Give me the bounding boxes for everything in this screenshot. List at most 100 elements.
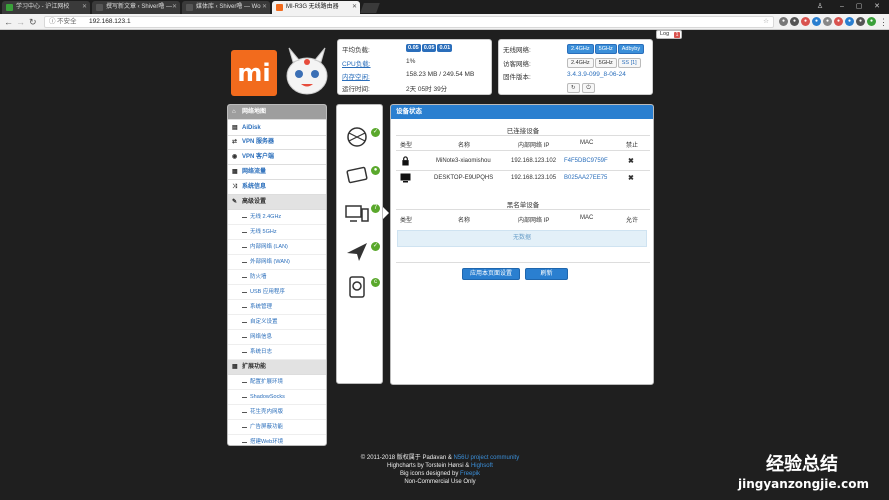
sidebar-menu: ⌂ 网络地图 ▤ AiDisk ⇄ VPN 服务器 ◉ VPN 客户端 ▦ 网络流量 ⤨ 系统信息 ✎ 高… [227, 104, 327, 446]
sidebar-item[interactable]: ▤ AiDisk [228, 121, 326, 136]
device-status-panel: 设备状态 已连接设备 类型 名称 内部网络 IP MAC 禁止 MiNote3-… [390, 104, 654, 385]
power-icon[interactable]: ⏻ [582, 83, 595, 93]
bookmark-star-icon[interactable]: ☆ [763, 17, 769, 27]
sidebar-subitem[interactable]: 搭建Web环境 [228, 435, 326, 445]
load-label: 平均负载: [342, 47, 370, 54]
adbyby-button[interactable]: Adbyby [617, 44, 645, 54]
sidebar-subitem[interactable]: 内部网络 (LAN) [228, 240, 326, 255]
sidebar-subitem[interactable]: 网络信息 [228, 330, 326, 345]
sidebar-subitem[interactable]: 配置扩展环境 [228, 375, 326, 390]
col-allow: 允许 [626, 218, 639, 224]
browser-tab[interactable]: 撰写新文章 ‹ Shiver噜 — ✕ [92, 1, 180, 14]
sidebar-subitem[interactable]: 防火墙 [228, 270, 326, 285]
globe-icon: ◉ [232, 154, 238, 160]
forward-icon[interactable]: → [16, 15, 25, 29]
sidebar-subitem[interactable]: 外部网络 (WAN) [228, 255, 326, 270]
computers-icon[interactable] [345, 201, 369, 225]
log-button[interactable]: Log 1 [656, 30, 682, 39]
sidebar-item-label: VPN 客户端 [242, 154, 275, 160]
browser-tab-active[interactable]: MI-R3G 无线路由器 ✕ [272, 1, 360, 14]
close-tab-icon[interactable]: ✕ [172, 1, 177, 14]
adblock-extension-icon[interactable]: ● [801, 17, 810, 26]
sidebar-item[interactable]: ◉ VPN 客户端 [228, 150, 326, 165]
back-icon[interactable]: ← [4, 15, 13, 29]
apply-settings-button[interactable]: 应用本页面设置 [462, 268, 520, 280]
close-tab-icon[interactable]: ✕ [352, 1, 357, 14]
sidebar-item[interactable]: ⤨ 系统信息 [228, 180, 326, 195]
guest-2g-button[interactable]: 2.4GHz [567, 58, 594, 68]
sidebar-subitem[interactable]: ShadowSocks [228, 390, 326, 405]
close-tab-icon[interactable]: ✕ [262, 1, 267, 14]
extension-icon[interactable]: ● [834, 17, 843, 26]
usb-disk-icon[interactable] [345, 275, 369, 299]
divider [396, 135, 650, 136]
col-mac: MAC [580, 140, 594, 146]
menu-icon[interactable]: ⋮ [879, 15, 888, 29]
sidebar-item[interactable]: ⇄ VPN 服务器 [228, 135, 326, 150]
wifi-2g-button[interactable]: 2.4GHz [567, 44, 594, 54]
sidebar-item-label: 网络流量 [242, 169, 267, 175]
extension-icon[interactable]: ● [779, 17, 788, 26]
wifi-5g-button[interactable]: 5GHz [594, 44, 617, 54]
sidebar-subitem[interactable]: 无线 2.4GHz [228, 210, 326, 225]
sidebar-item[interactable]: ▦ 网络流量 [228, 165, 326, 180]
sidebar-section-header[interactable]: ✎ 高级设置 [228, 195, 326, 210]
selection-pointer [383, 207, 389, 219]
extension-icon[interactable]: ● [812, 17, 821, 26]
sidebar-subitem[interactable]: 无线 5GHz [228, 225, 326, 240]
status-ok-icon: 7 [371, 204, 380, 213]
device-mac-link[interactable]: B025AA27EE75 [564, 175, 607, 181]
freepik-link[interactable]: Freepik [460, 471, 480, 477]
ss-button[interactable]: SS [1] [617, 58, 641, 68]
col-name: 名称 [458, 218, 471, 224]
community-link[interactable]: N56U project community [454, 455, 520, 461]
tab-favicon-icon [276, 4, 283, 11]
sidebar-section-header[interactable]: ▦ 扩展功能 [228, 360, 326, 375]
status-ok-icon: ✓ [371, 242, 380, 251]
maximize-icon[interactable]: ▢ [851, 0, 867, 13]
block-x-icon[interactable]: ✖ [628, 157, 634, 165]
browser-tab[interactable]: 学习中心 - 沪江网校 ✕ [2, 1, 90, 14]
sidebar-item-label: 网络地图 [242, 109, 267, 115]
block-x-icon[interactable]: ✖ [628, 174, 634, 182]
sidebar-subitem[interactable]: 花生壳内网版 [228, 405, 326, 420]
sidebar-subitem[interactable]: 广告屏蔽功能 [228, 420, 326, 435]
extension-icon[interactable]: ● [845, 17, 854, 26]
close-window-icon[interactable]: ✕ [869, 0, 885, 13]
browser-tab-bar: 学习中心 - 沪江网校 ✕ 撰写新文章 ‹ Shiver噜 — ✕ 媒体库 ‹ … [0, 0, 889, 14]
minimize-icon[interactable]: – [834, 0, 850, 13]
close-tab-icon[interactable]: ✕ [82, 1, 87, 14]
firmware-label: 固件版本: [503, 74, 531, 81]
internet-globe-icon[interactable] [345, 125, 369, 149]
extension-icon[interactable]: ● [790, 17, 799, 26]
memory-free-link[interactable]: 内存空闲: [342, 71, 370, 81]
extension-icon[interactable]: ● [867, 17, 876, 26]
extension-icon[interactable]: ● [856, 17, 865, 26]
new-tab-button[interactable] [360, 3, 380, 13]
wireless-label: 无线网络: [503, 47, 531, 54]
cpu-load-link[interactable]: CPU负载: [342, 58, 371, 68]
sidebar-item[interactable]: ⌂ 网络地图 [228, 105, 326, 120]
memory-free-value: 158.23 MB / 249.54 MB [406, 71, 475, 78]
tab-favicon-icon [186, 4, 193, 11]
sidebar-subitem[interactable]: 系统管理 [228, 300, 326, 315]
highsoft-link[interactable]: Highsoft [471, 463, 493, 469]
guest-5g-button[interactable]: 5GHz [594, 58, 617, 68]
device-mac-link[interactable]: F4F5DBC9759F [564, 158, 608, 164]
tablet-icon[interactable] [345, 163, 369, 187]
sidebar-subitem[interactable]: 自定义设置 [228, 315, 326, 330]
refresh-button[interactable]: 刷新 [525, 268, 568, 280]
sidebar-item-label: 系统管理 [250, 304, 273, 310]
browser-tab[interactable]: 媒体库 ‹ Shiver噜 — Wo ✕ [182, 1, 270, 14]
url-text[interactable]: 192.168.123.1 [89, 17, 131, 27]
firmware-version: 3.4.3.9-099_8-06-24 [567, 71, 626, 78]
info-icon[interactable]: ⓘ [49, 17, 56, 27]
reboot-icon[interactable]: ↻ [567, 83, 580, 93]
sidebar-subitem[interactable]: 系统日志 [228, 345, 326, 360]
sidebar-subitem[interactable]: USB 应用程序 [228, 285, 326, 300]
reload-icon[interactable]: ↻ [29, 15, 37, 29]
extension-icon[interactable]: ● [823, 17, 832, 26]
paper-plane-icon[interactable] [345, 239, 369, 263]
address-bar[interactable]: ⓘ 不安全 192.168.123.1 ☆ [44, 16, 774, 28]
user-profile-icon[interactable]: ♙ [812, 0, 828, 13]
